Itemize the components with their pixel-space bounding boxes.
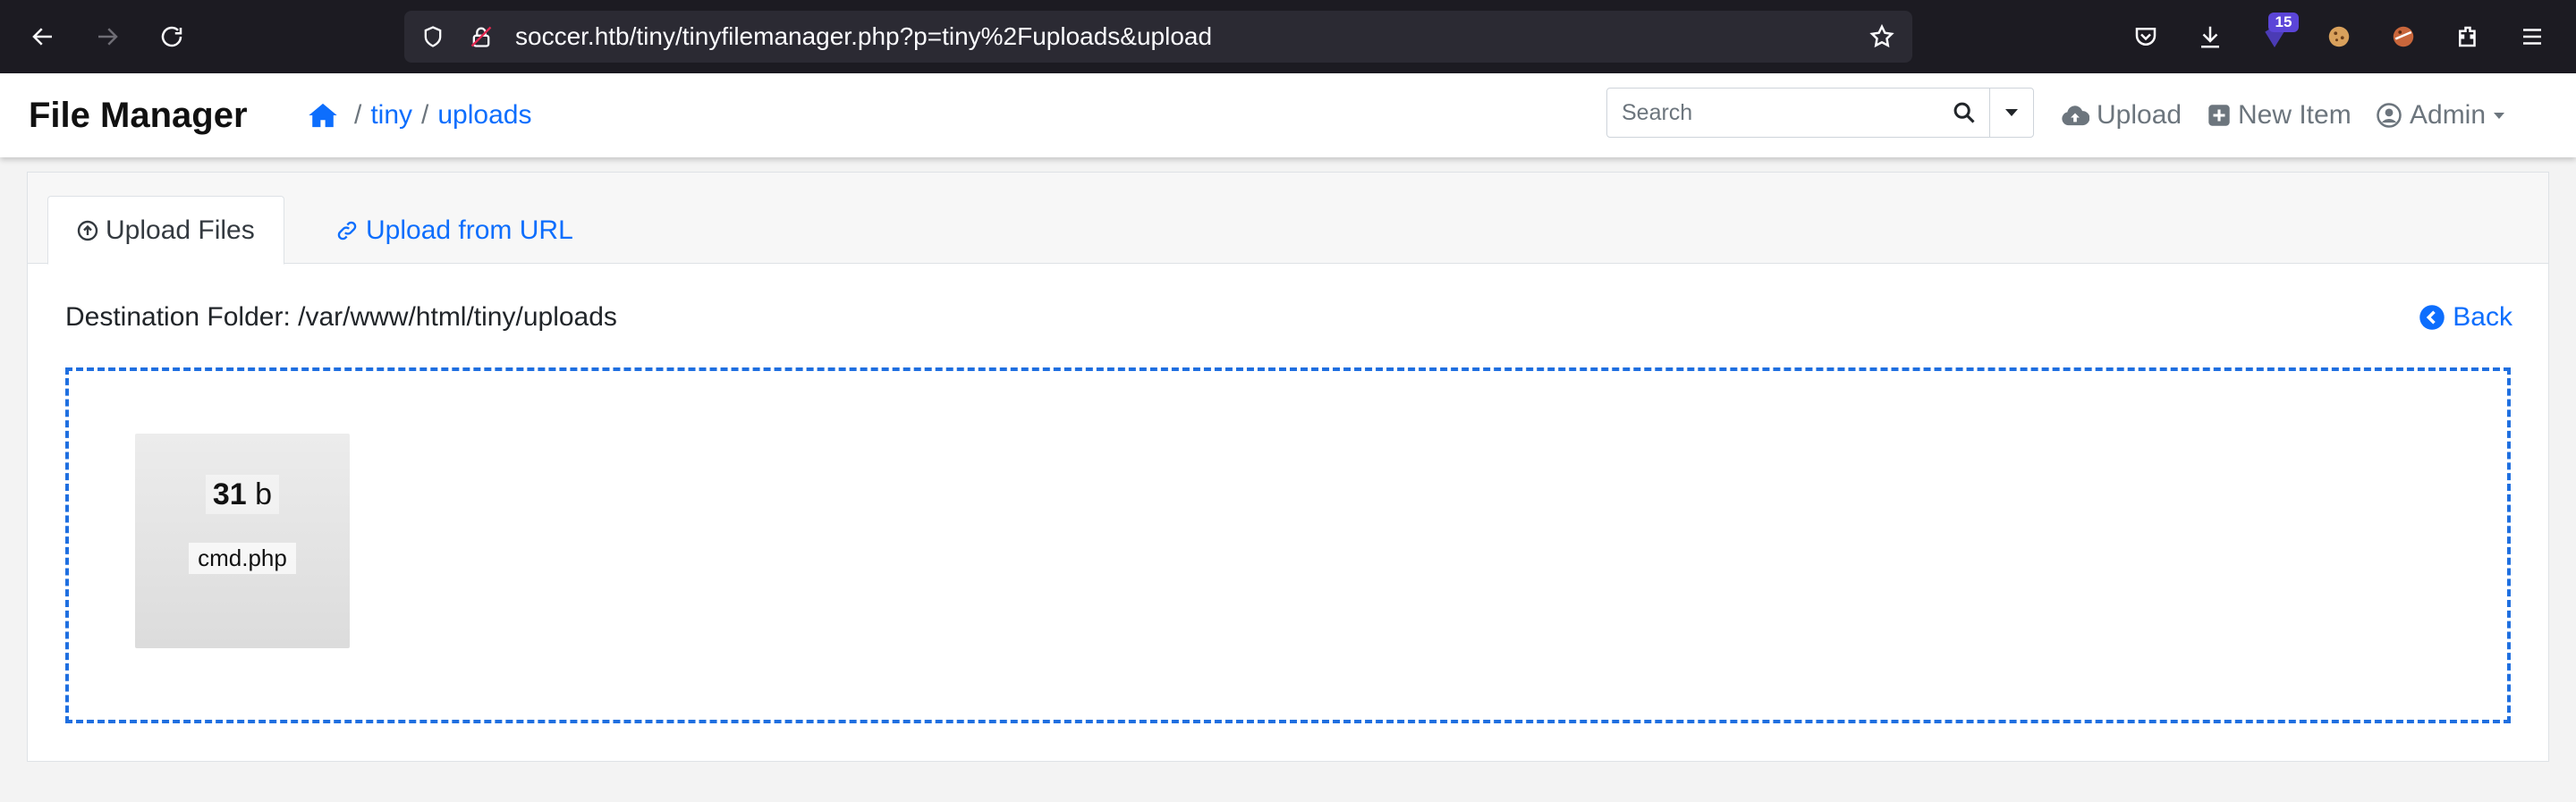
address-bar[interactable]: soccer.htb/tiny/tinyfilemanager.php?p=ti… — [404, 11, 1912, 63]
admin-label: Admin — [2410, 100, 2487, 130]
tab-label: Upload from URL — [366, 215, 573, 245]
new-item-button[interactable]: New Item — [2207, 73, 2351, 157]
tab-upload-from-url[interactable]: Upload from URL — [307, 196, 602, 265]
file-name: cmd.php — [135, 543, 350, 574]
admin-dropdown[interactable]: Admin — [2376, 73, 2512, 157]
extensions-puzzle-icon[interactable] — [2449, 18, 2487, 55]
tab-upload-files[interactable]: Upload Files — [47, 196, 284, 265]
pocket-icon[interactable] — [2127, 18, 2165, 55]
breadcrumb: / tiny / uploads — [308, 73, 531, 157]
back-arrow-icon[interactable] — [21, 15, 64, 58]
browser-toolbar: soccer.htb/tiny/tinyfilemanager.php?p=ti… — [0, 0, 2576, 73]
cookie-editor-icon[interactable] — [2385, 18, 2422, 55]
file-size-value: 31 — [212, 477, 247, 511]
breadcrumb-item-uploads[interactable]: uploads — [437, 100, 531, 131]
card-header: Upload Files Upload from URL — [28, 173, 2548, 265]
shield-icon[interactable] — [419, 22, 447, 51]
app-title[interactable]: File Manager — [29, 73, 248, 157]
breadcrumb-separator: / — [421, 100, 429, 130]
back-label: Back — [2453, 302, 2512, 332]
url-text[interactable]: soccer.htb/tiny/tinyfilemanager.php?p=ti… — [515, 11, 1212, 63]
search-dropdown-toggle[interactable] — [1990, 89, 2033, 137]
breadcrumb-item-tiny[interactable]: tiny — [370, 100, 412, 131]
upload-label: Upload — [2097, 100, 2182, 130]
insecure-lock-icon[interactable] — [467, 22, 496, 51]
extension-badge: 15 — [2268, 13, 2299, 32]
reload-icon[interactable] — [150, 15, 193, 58]
bookmark-star-icon[interactable] — [1868, 22, 1896, 51]
arrow-up-circle-icon — [77, 220, 98, 241]
caret-down-icon — [2005, 109, 2018, 116]
plus-square-icon — [2208, 105, 2230, 126]
back-button[interactable]: Back — [2419, 302, 2512, 333]
forward-arrow-icon[interactable] — [86, 15, 129, 58]
tab-label: Upload Files — [106, 215, 255, 245]
cloud-upload-icon — [2062, 106, 2089, 126]
caret-down-icon — [2494, 112, 2505, 119]
link-icon — [337, 221, 357, 240]
chevron-left-circle-icon — [2419, 305, 2445, 330]
search-group — [1606, 88, 2034, 138]
user-circle-icon — [2377, 103, 2402, 128]
search-input[interactable] — [1607, 89, 1990, 137]
upload-button[interactable]: Upload — [2061, 73, 2182, 157]
file-preview[interactable]: 31 b cmd.php — [135, 434, 350, 648]
cookie-icon[interactable] — [2320, 18, 2358, 55]
menu-icon[interactable] — [2513, 18, 2551, 55]
file-size-unit: b — [255, 477, 273, 511]
app-header: File Manager / tiny / uploads Upload New… — [0, 73, 2576, 157]
download-icon[interactable] — [2191, 18, 2229, 55]
upload-dropzone[interactable]: 31 b cmd.php — [65, 367, 2511, 723]
file-name-text: cmd.php — [189, 543, 296, 574]
breadcrumb-separator: / — [354, 100, 362, 130]
home-icon[interactable] — [308, 102, 338, 129]
upload-card: Upload Files Upload from URL Destination… — [27, 172, 2549, 762]
new-item-label: New Item — [2238, 100, 2351, 130]
file-size: 31 b — [135, 475, 350, 514]
search-icon[interactable] — [1938, 89, 1990, 137]
destination-folder: Destination Folder: /var/www/html/tiny/u… — [65, 302, 617, 332]
